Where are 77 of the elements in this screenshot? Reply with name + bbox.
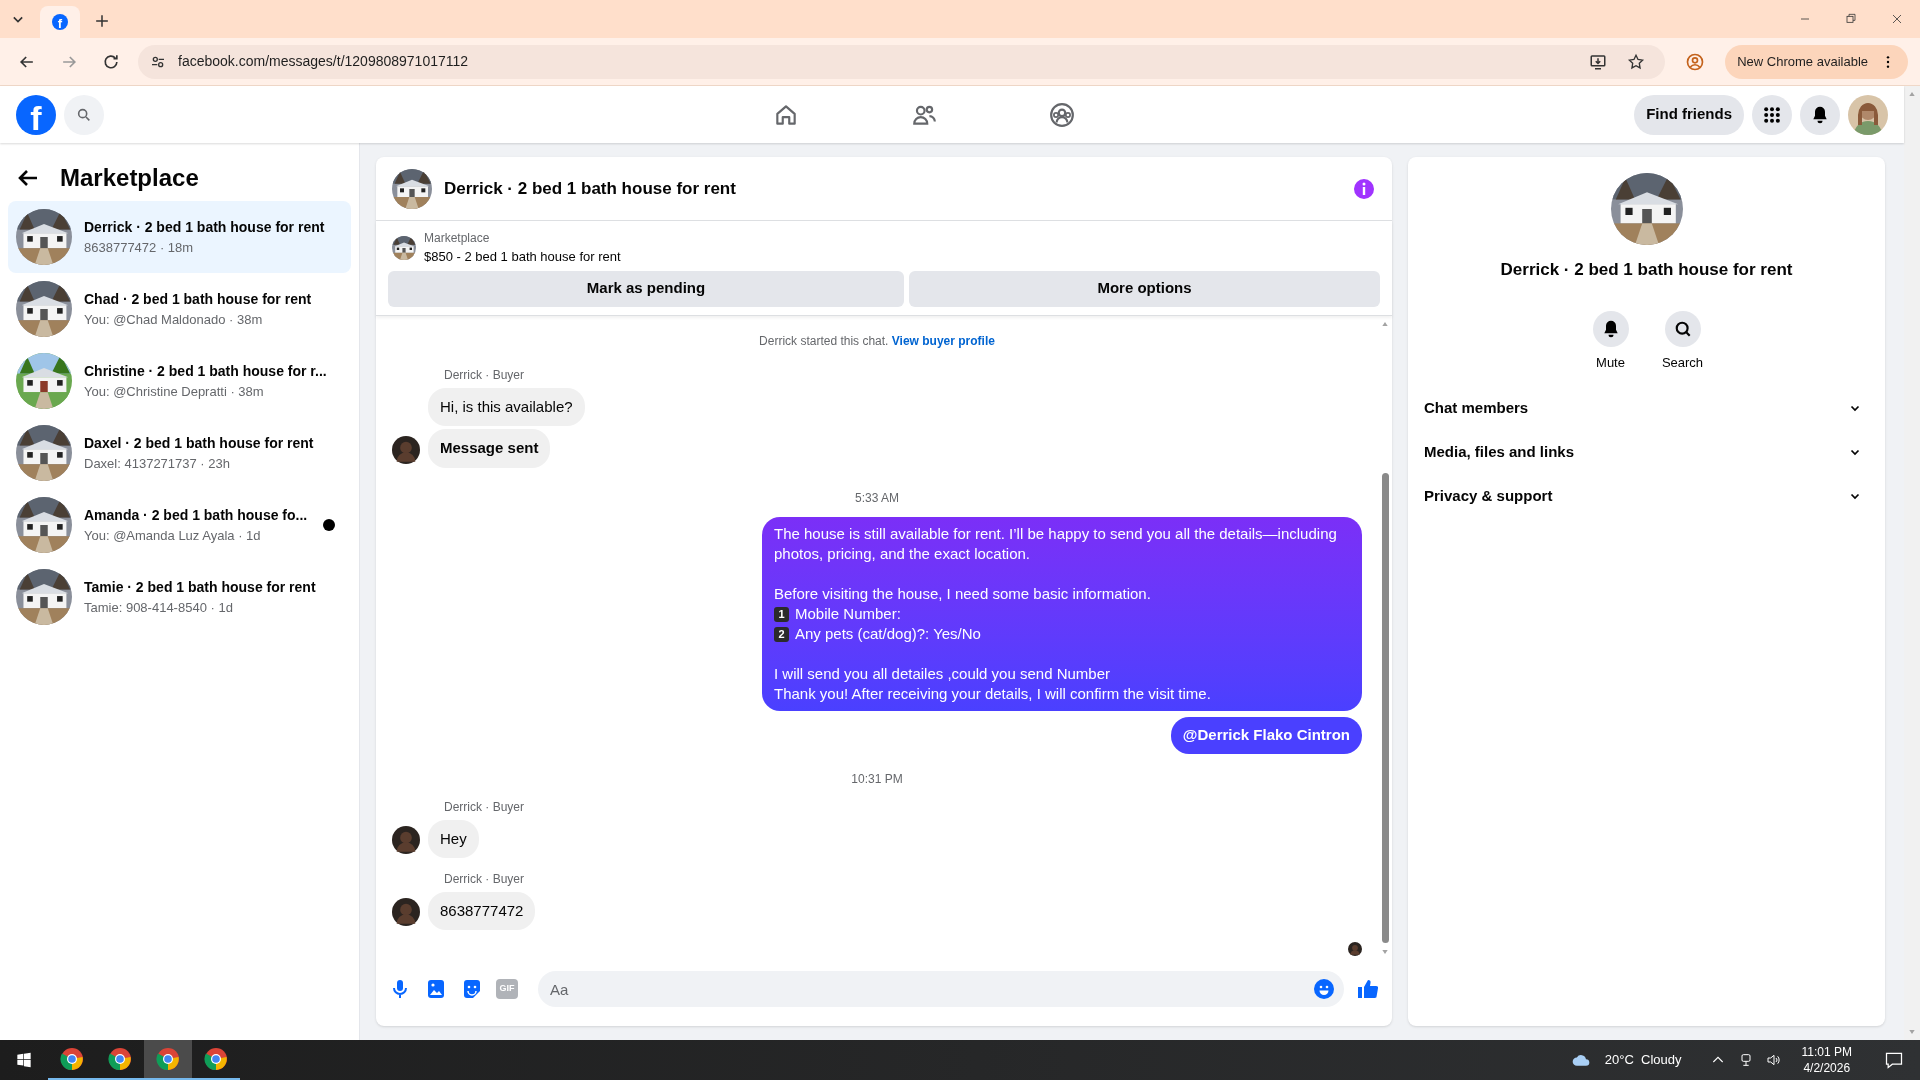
volume-icon[interactable] — [1765, 1052, 1782, 1068]
profile-icon[interactable] — [1685, 51, 1706, 72]
seen-avatar — [1348, 942, 1362, 956]
conversation-preview: You: @Chad Maldonado · 38m — [84, 310, 263, 329]
notifications-button[interactable] — [1800, 94, 1840, 135]
browser-app-icon — [108, 1047, 132, 1071]
browser-app-icon — [60, 1047, 84, 1071]
number-badge: 1 — [774, 606, 789, 622]
conversation-title: Derrick · 2 bed 1 bath house for rent — [84, 217, 325, 237]
conversation-preview: Tamie: 908-414-8540 · 1d — [84, 598, 233, 617]
sender-label: Derrick · Buyer — [444, 870, 524, 888]
groups-icon — [1049, 101, 1076, 128]
install-app-icon[interactable] — [1589, 52, 1608, 71]
browser-app-icon — [204, 1047, 228, 1071]
clock[interactable]: 11:01 PM 4/2/2026 — [1801, 1044, 1852, 1076]
conversation-name: Derrick · 2 bed 1 bath house for rent — [1500, 259, 1793, 281]
more-options-button[interactable]: More options — [909, 270, 1380, 307]
info-icon[interactable] — [1352, 176, 1376, 201]
find-friends-button[interactable]: Find friends — [1634, 94, 1744, 135]
facebook-logo: f — [52, 14, 68, 30]
conversation-item[interactable]: Derrick · 2 bed 1 bath house for rent 8638777472 · 18m — [8, 201, 351, 273]
sender-label: Derrick · Buyer — [444, 798, 524, 816]
scroll-thumb[interactable] — [1381, 472, 1389, 943]
conversation-title: Amanda · 2 bed 1 bath house fo... — [84, 505, 308, 525]
timestamp: 5:33 AM — [855, 490, 899, 508]
conversation-title: Daxel · 2 bed 1 bath house for rent — [84, 433, 314, 453]
message-bubble: Hey — [428, 819, 479, 859]
listing-label: Marketplace — [424, 230, 491, 247]
mute-button[interactable] — [1592, 310, 1629, 347]
facebook-logo[interactable]: f — [16, 94, 56, 135]
taskbar-app[interactable] — [144, 1040, 192, 1080]
mention-bubble: @Derrick Flako Cintron — [1170, 717, 1362, 754]
weather-text[interactable]: 20°C Cloudy — [1604, 1050, 1682, 1070]
message-bubble: 8638777472 — [428, 891, 536, 931]
url-text: facebook.com/messages/t/1209808971017112 — [178, 52, 470, 71]
avatar — [392, 435, 420, 464]
profile-avatar[interactable] — [1848, 94, 1888, 135]
sender-label: Derrick · Buyer — [444, 366, 524, 384]
notification-center-icon[interactable] — [1884, 1050, 1904, 1070]
conversation-preview: Daxel: 4137271737 · 23h — [84, 454, 230, 473]
windows-icon — [16, 1052, 32, 1068]
timestamp: 10:31 PM — [851, 770, 903, 788]
search-icon — [76, 106, 92, 123]
browser-app-icon — [156, 1047, 180, 1071]
emoji-icon[interactable] — [1312, 977, 1336, 1001]
bookmark-star-icon[interactable] — [1627, 52, 1646, 71]
message-input[interactable]: Aa — [538, 971, 1344, 1007]
section-header[interactable]: Chat members — [1424, 386, 1869, 430]
sidebar-title: Marketplace — [60, 163, 199, 193]
update-button[interactable]: New Chrome available — [1725, 44, 1908, 79]
section-header[interactable]: Privacy & support — [1424, 474, 1869, 518]
buyer-profile-link[interactable]: View buyer profile — [891, 333, 995, 348]
address-bar[interactable]: facebook.com/messages/t/1209808971017112 — [138, 44, 1666, 79]
menu-icon — [1762, 104, 1782, 125]
conversation-title: Tamie · 2 bed 1 bath house for rent — [84, 577, 316, 597]
conversation-title: Chad · 2 bed 1 bath house for rent — [84, 289, 312, 309]
conversation-preview: 8638777472 · 18m — [84, 238, 194, 257]
number-badge: 2 — [774, 626, 789, 642]
action-label: Search — [1661, 353, 1704, 372]
conversation-preview: You: @Amanda Luz Ayala · 1d — [84, 526, 261, 545]
action-label: Mute — [1596, 353, 1625, 372]
chat-title: Derrick · 2 bed 1 bath house for rent — [444, 177, 737, 200]
section-header[interactable]: Media, files and links — [1424, 430, 1869, 474]
listing-title: $850 - 2 bed 1 bath house for rent — [424, 248, 621, 266]
system-message: Derrick started this chat. View buyer profile — [758, 332, 996, 350]
mark-pending-button[interactable]: Mark as pending — [388, 270, 904, 307]
menu-button[interactable] — [1752, 94, 1792, 135]
thumbs-up-icon[interactable] — [1356, 977, 1380, 1001]
message-bubble: The house is still available for rent. I’ll be happy to send you all the details—including photos, pricing, and the exact location. Before visiting the house, I need some basic information. 1 Mobile Number: 2 Any pets (cat/dog)?: Yes/No I will send you all detailes ,could you send Number Thank you! After receiving your details, I will confirm the visit time. — [762, 517, 1362, 712]
conversation-title: Christine · 2 bed 1 bath house for r... — [84, 361, 327, 381]
avatar — [392, 826, 420, 855]
search-button[interactable] — [1664, 310, 1701, 347]
avatar — [392, 898, 420, 927]
conversation-preview: You: @Christine Depratti · 38m — [84, 382, 264, 401]
message-bubble: Message sent — [428, 429, 551, 468]
browser-tab[interactable]: f — [40, 6, 80, 38]
message-bubble: Hi, is this available? — [428, 387, 585, 426]
